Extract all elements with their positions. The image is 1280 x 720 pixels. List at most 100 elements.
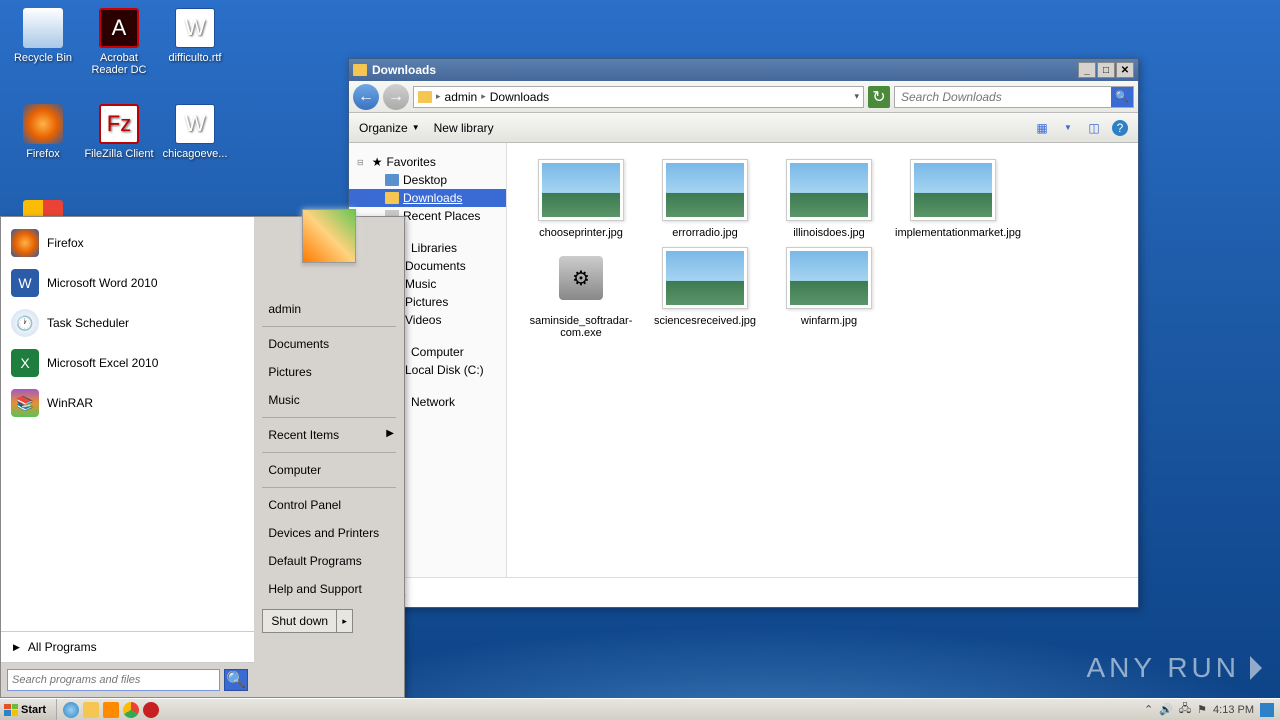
start-user[interactable]: admin [254, 295, 404, 323]
label: Microsoft Excel 2010 [47, 356, 158, 370]
media-icon[interactable] [103, 702, 119, 718]
desktop-recycle-bin[interactable]: Recycle Bin [8, 8, 78, 64]
view-dropdown-button[interactable]: ▼ [1060, 120, 1076, 136]
label: Network [411, 395, 455, 409]
maximize-button[interactable]: □ [1097, 62, 1115, 78]
tree-favorites[interactable]: ⊟★Favorites [349, 149, 506, 171]
start-control-panel[interactable]: Control Panel [254, 491, 404, 519]
search-input[interactable] [895, 90, 1111, 104]
start-default-programs[interactable]: Default Programs [254, 547, 404, 575]
label: Downloads [403, 191, 462, 205]
start-music[interactable]: Music [254, 386, 404, 414]
start-pictures[interactable]: Pictures [254, 358, 404, 386]
arrow-right-icon: ▶ [386, 428, 394, 439]
minimize-button[interactable]: _ [1078, 62, 1096, 78]
file-item[interactable]: implementationmarket.jpg [895, 159, 1011, 239]
file-item[interactable]: chooseprinter.jpg [523, 159, 639, 239]
start-pinned-firefox[interactable]: Firefox [1, 223, 254, 263]
image-thumb-icon [662, 247, 748, 309]
start-pinned-excel[interactable]: X Microsoft Excel 2010 [1, 343, 254, 383]
breadcrumb-part[interactable]: Downloads [490, 90, 549, 104]
start-all-programs[interactable]: ▶ All Programs [1, 631, 254, 662]
start-pinned-task-scheduler[interactable]: 🕐Task Scheduler [1, 303, 254, 343]
file-item[interactable]: illinoisdoes.jpg [771, 159, 887, 239]
tree-desktop[interactable]: Desktop [349, 171, 506, 189]
start-documents[interactable]: Documents [254, 330, 404, 358]
file-name: errorradio.jpg [647, 227, 763, 239]
show-desktop-button[interactable] [1260, 703, 1274, 717]
arrow-right-icon: ▸ [342, 616, 347, 627]
start-search-input[interactable] [7, 669, 220, 691]
label: Local Disk (C:) [405, 363, 484, 377]
network-icon[interactable]: 🖧 [1179, 700, 1191, 719]
label: Pictures [405, 295, 448, 309]
windows-logo-icon [4, 704, 18, 716]
desktop-acrobat[interactable]: AAcrobat Reader DC [84, 8, 154, 76]
shutdown-button[interactable]: Shut down [262, 609, 337, 633]
shutdown-options-button[interactable]: ▸ [337, 609, 353, 633]
back-button[interactable]: ← [353, 84, 379, 110]
label: Videos [405, 313, 441, 327]
adobe-icon: A [99, 8, 139, 48]
start-pinned-word[interactable]: WMicrosoft Word 2010 [1, 263, 254, 303]
chevron-down-icon[interactable]: ▾ [854, 91, 859, 102]
flag-icon[interactable]: ⚑ [1197, 703, 1207, 716]
file-pane[interactable]: chooseprinter.jpg errorradio.jpg illinoi… [507, 143, 1138, 577]
label: Desktop [403, 173, 447, 187]
start-help[interactable]: Help and Support [254, 575, 404, 603]
window-titlebar[interactable]: Downloads _ □ ✕ [349, 59, 1138, 81]
desktop-file-doc[interactable]: Wchicagoeve... [160, 104, 230, 160]
search-button[interactable]: 🔍 [1111, 87, 1133, 107]
tray-expand-icon[interactable]: ⌃ [1144, 703, 1153, 716]
file-item[interactable]: ⚙saminside_softradar-com.exe [523, 247, 639, 339]
start-search-button[interactable]: 🔍 [224, 669, 248, 691]
forward-button[interactable]: → [383, 84, 409, 110]
app-icon[interactable] [143, 702, 159, 718]
label: Recycle Bin [14, 52, 72, 64]
file-item[interactable]: errorradio.jpg [647, 159, 763, 239]
file-name: sciencesreceived.jpg [647, 315, 763, 327]
view-options-button[interactable]: ▦ [1034, 120, 1050, 136]
desktop-filezilla[interactable]: FzFileZilla Client [84, 104, 154, 160]
start-pinned-winrar[interactable]: 📚WinRAR [1, 383, 254, 423]
firefox-icon [23, 104, 63, 144]
excel-icon: X [11, 349, 39, 377]
start-search-row: 🔍 [1, 662, 254, 697]
file-name: winfarm.jpg [771, 315, 887, 327]
label: Firefox [26, 148, 60, 160]
user-avatar[interactable] [302, 209, 356, 263]
file-name: illinoisdoes.jpg [771, 227, 887, 239]
quick-launch [57, 699, 165, 720]
file-item[interactable]: winfarm.jpg [771, 247, 887, 339]
volume-icon[interactable]: 🔊 [1159, 703, 1173, 716]
tree-downloads[interactable]: Downloads [349, 189, 506, 207]
collapse-icon[interactable]: ⊟ [357, 158, 364, 167]
start-devices-printers[interactable]: Devices and Printers [254, 519, 404, 547]
desktop-icon [385, 174, 399, 186]
preview-pane-button[interactable]: ◫ [1086, 120, 1102, 136]
start-recent-items[interactable]: Recent Items▶ [254, 421, 404, 449]
help-button[interactable]: ? [1112, 120, 1128, 136]
chrome-icon[interactable] [123, 702, 139, 718]
new-library-button[interactable]: New library [434, 121, 494, 135]
taskbar: Start ⌃ 🔊 🖧 ⚑ 4:13 PM [0, 698, 1280, 720]
address-bar[interactable]: ▸ admin ▸ Downloads ▾ [413, 86, 864, 108]
explorer-window: Downloads _ □ ✕ ← → ▸ admin ▸ Downloads … [348, 58, 1139, 608]
breadcrumb-sep-icon: ▸ [481, 91, 486, 102]
arrow-right-icon: ▶ [13, 642, 20, 653]
label: All Programs [28, 640, 97, 654]
breadcrumb-part[interactable]: admin [445, 90, 478, 104]
organize-menu[interactable]: Organize▼ [359, 121, 420, 135]
clock[interactable]: 4:13 PM [1213, 704, 1254, 716]
ie-icon[interactable] [63, 702, 79, 718]
start-computer[interactable]: Computer [254, 456, 404, 484]
desktop-file-rtf[interactable]: Wdifficulto.rtf [160, 8, 230, 64]
close-button[interactable]: ✕ [1116, 62, 1134, 78]
refresh-button[interactable]: ↻ [868, 86, 890, 108]
explorer-icon[interactable] [83, 702, 99, 718]
firefox-icon [11, 229, 39, 257]
file-item[interactable]: sciencesreceived.jpg [647, 247, 763, 339]
start-button[interactable]: Start [0, 699, 57, 720]
image-thumb-icon [662, 159, 748, 221]
desktop-firefox[interactable]: Firefox [8, 104, 78, 160]
